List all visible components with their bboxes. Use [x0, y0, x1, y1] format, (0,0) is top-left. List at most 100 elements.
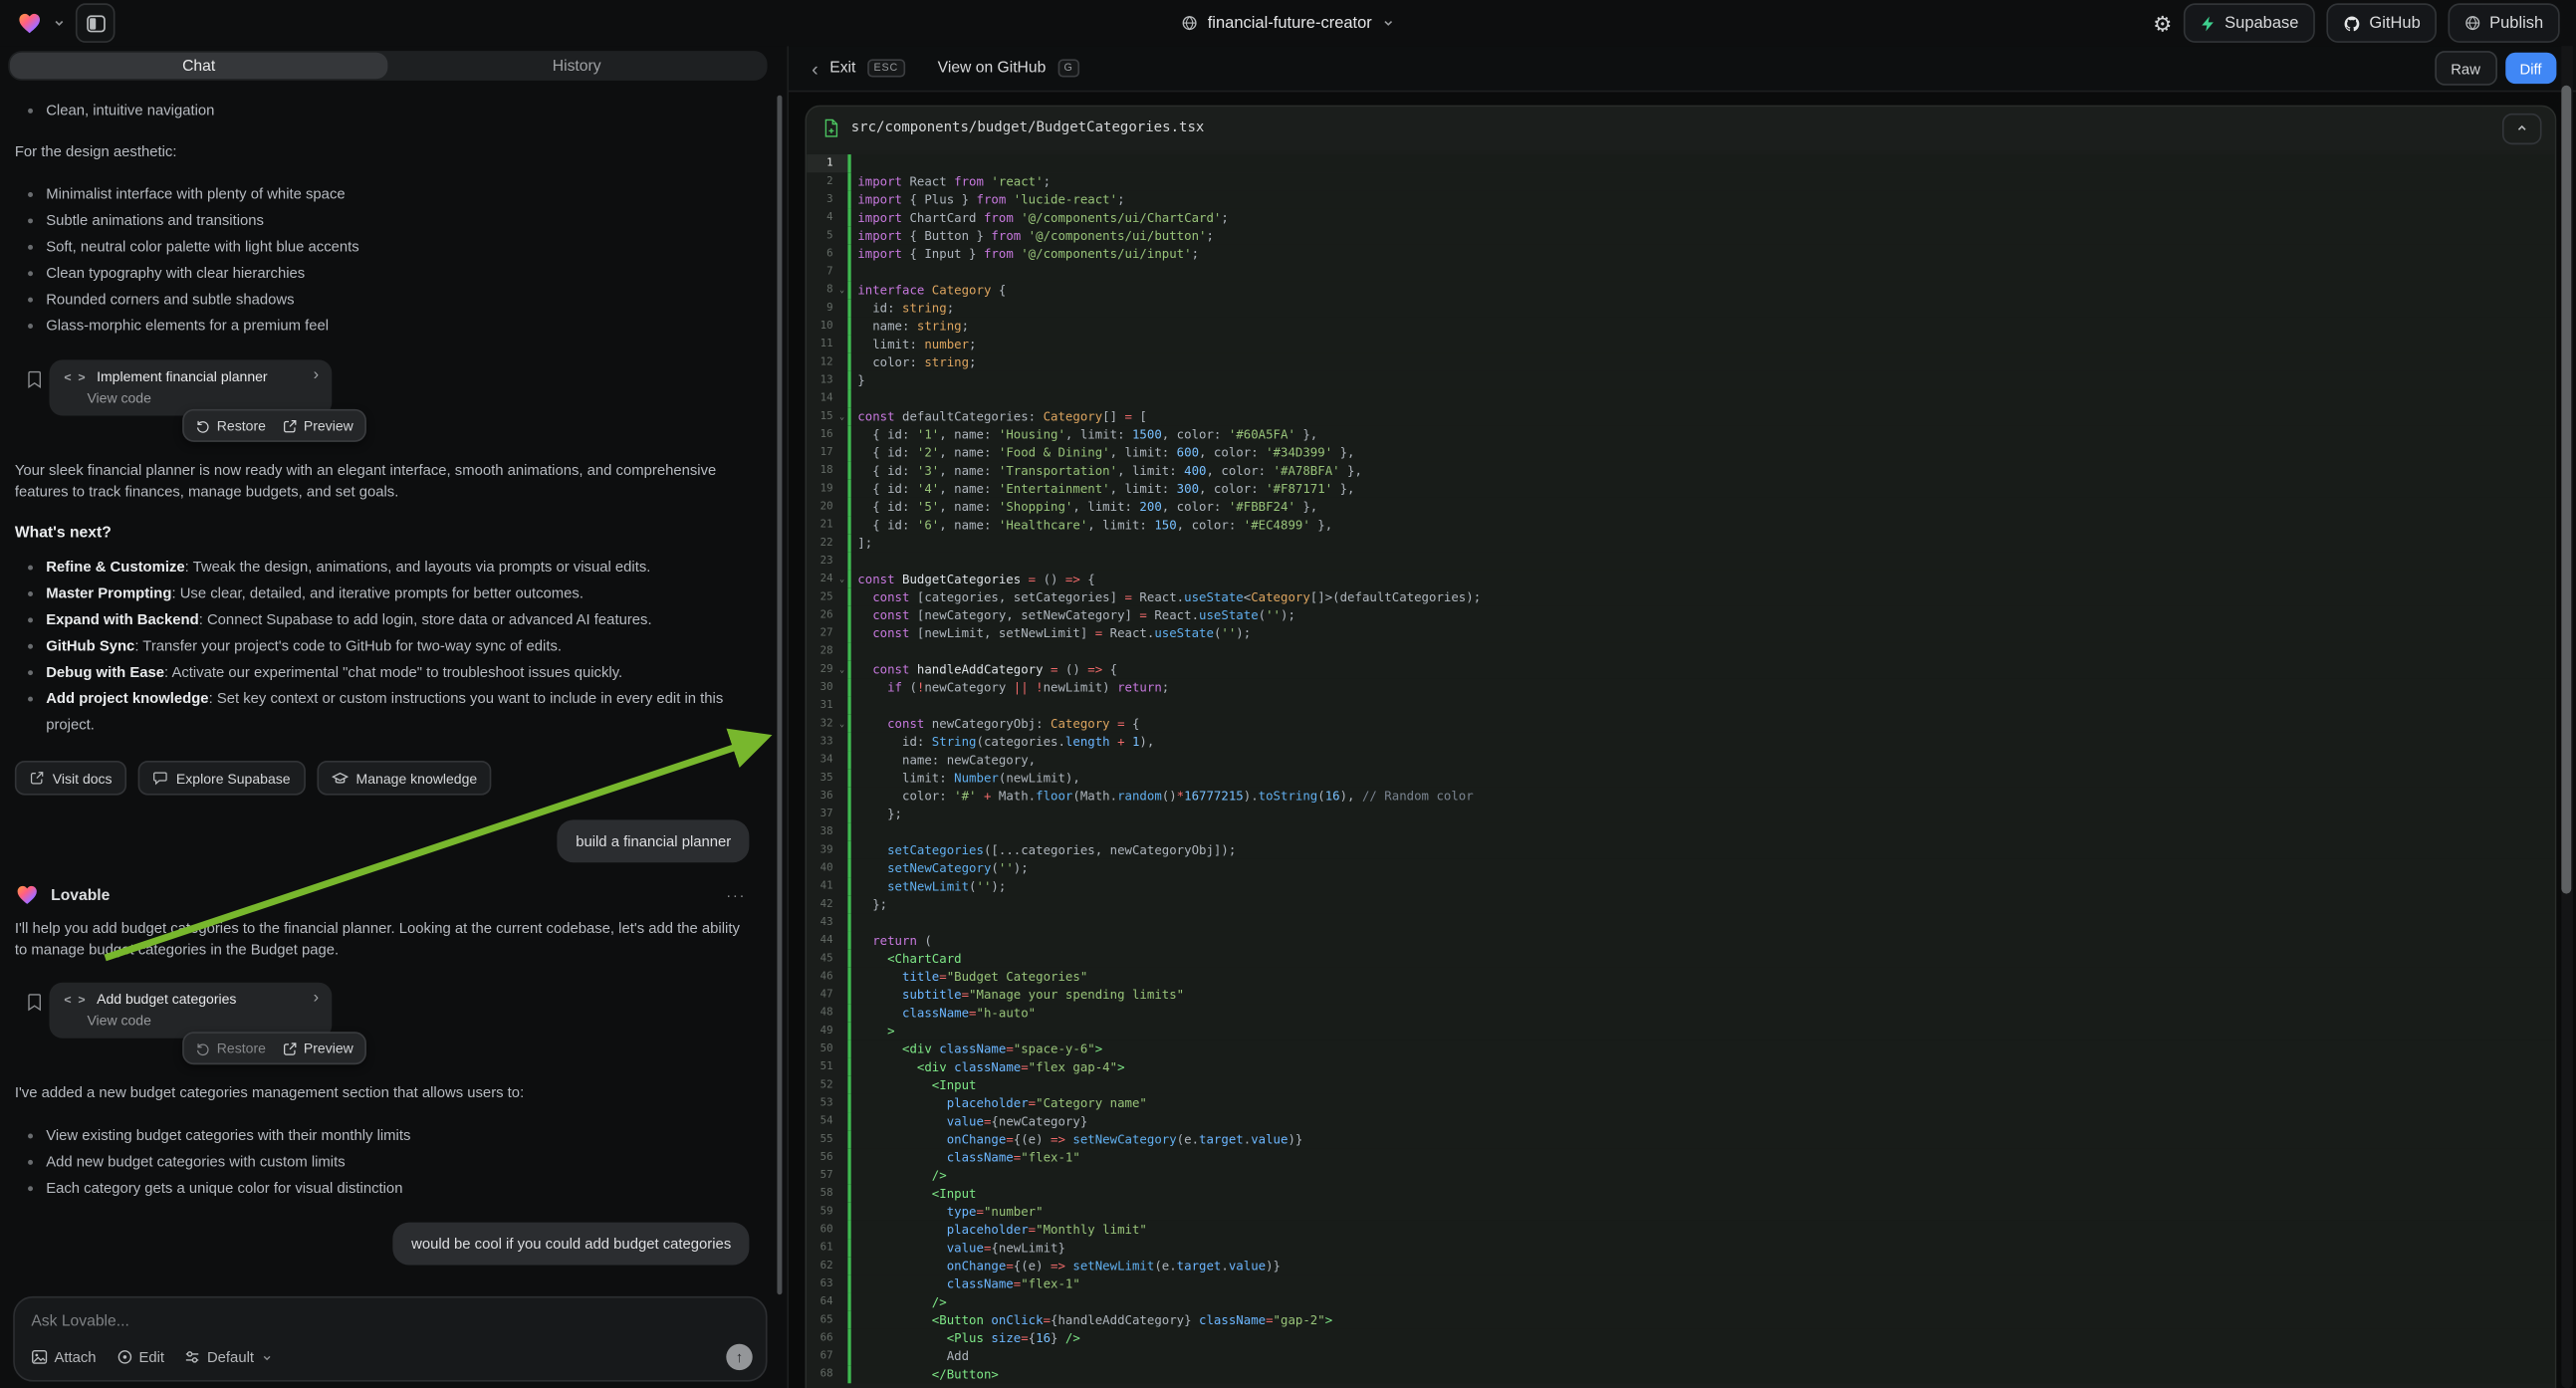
line-number[interactable]: 2	[807, 172, 836, 190]
window-scrollbar[interactable]	[2561, 86, 2571, 894]
line-number[interactable]: 55	[807, 1130, 836, 1148]
publish-button[interactable]: Publish	[2449, 3, 2560, 43]
line-number[interactable]: 56	[807, 1148, 836, 1166]
line-number[interactable]: 66	[807, 1329, 836, 1347]
line-number[interactable]: 10	[807, 317, 836, 335]
preview-button[interactable]: Preview	[282, 1040, 352, 1056]
line-number[interactable]: 9	[807, 299, 836, 317]
line-number[interactable]: 62	[807, 1257, 836, 1274]
line-number[interactable]: 22	[807, 534, 836, 552]
line-number[interactable]: 6	[807, 245, 836, 263]
toggle-sidebar-button[interactable]	[76, 3, 116, 43]
tool-call-card[interactable]: < >Implement financial planner›View code	[50, 359, 333, 415]
line-number[interactable]: 46	[807, 968, 836, 986]
bookmark-icon[interactable]	[26, 369, 42, 389]
view-on-github-button[interactable]: View on GitHub	[938, 59, 1047, 77]
line-number[interactable]: 39	[807, 841, 836, 859]
line-number[interactable]: 40	[807, 859, 836, 877]
line-number[interactable]: 24	[807, 571, 836, 588]
view-code-link[interactable]: View code	[87, 389, 319, 406]
chip-explore-supabase[interactable]: Explore Supabase	[138, 761, 305, 796]
line-number[interactable]: 28	[807, 642, 836, 660]
line-number[interactable]: 11	[807, 336, 836, 353]
line-number[interactable]: 65	[807, 1311, 836, 1329]
line-number[interactable]: 19	[807, 480, 836, 498]
line-number[interactable]: 20	[807, 498, 836, 516]
chat-scrollbar[interactable]	[777, 96, 782, 1295]
edit-mode-button[interactable]: Edit	[116, 1349, 164, 1366]
line-number[interactable]: 68	[807, 1365, 836, 1383]
line-number[interactable]: 34	[807, 751, 836, 769]
line-number[interactable]: 51	[807, 1058, 836, 1076]
line-number[interactable]: 21	[807, 516, 836, 534]
restore-button[interactable]: Restore	[195, 1040, 266, 1056]
line-number[interactable]: 15	[807, 407, 836, 425]
line-number[interactable]: 30	[807, 678, 836, 696]
line-number[interactable]: 7	[807, 263, 836, 281]
settings-gear-icon[interactable]: ⚙	[2153, 12, 2172, 33]
line-number[interactable]: 32	[807, 715, 836, 733]
code-editor[interactable]: 12import React from 'react';3import { Pl…	[807, 149, 2555, 1388]
tab-history[interactable]: History	[387, 53, 765, 79]
line-number[interactable]: 25	[807, 588, 836, 606]
line-number[interactable]: 26	[807, 606, 836, 624]
fold-chevron-icon[interactable]: ⌄	[836, 281, 848, 299]
line-number[interactable]: 43	[807, 913, 836, 931]
line-number[interactable]: 5	[807, 227, 836, 245]
line-number[interactable]: 45	[807, 950, 836, 968]
tab-chat[interactable]: Chat	[10, 53, 388, 79]
line-number[interactable]: 4	[807, 209, 836, 227]
fold-chevron-icon[interactable]: ⌄	[836, 571, 848, 588]
line-number[interactable]: 36	[807, 787, 836, 805]
line-number[interactable]: 13	[807, 371, 836, 389]
file-header[interactable]: src/components/budget/BudgetCategories.t…	[807, 107, 2555, 151]
message-menu-button[interactable]: ···	[726, 887, 749, 904]
line-number[interactable]: 29	[807, 660, 836, 678]
line-number[interactable]: 12	[807, 353, 836, 371]
line-number[interactable]: 67	[807, 1347, 836, 1365]
bookmark-icon[interactable]	[26, 993, 42, 1013]
line-number[interactable]: 37	[807, 806, 836, 823]
line-number[interactable]: 54	[807, 1112, 836, 1130]
attach-button[interactable]: Attach	[31, 1349, 96, 1366]
line-number[interactable]: 27	[807, 624, 836, 642]
fold-chevron-icon[interactable]: ⌄	[836, 715, 848, 733]
line-number[interactable]: 16	[807, 425, 836, 443]
line-number[interactable]: 41	[807, 877, 836, 895]
github-button[interactable]: GitHub	[2327, 3, 2438, 43]
line-number[interactable]: 52	[807, 1076, 836, 1094]
supabase-button[interactable]: Supabase	[2184, 3, 2315, 43]
line-number[interactable]: 35	[807, 769, 836, 787]
fold-chevron-icon[interactable]: ⌄	[836, 407, 848, 425]
project-switcher[interactable]: financial-future-creator	[1181, 14, 1395, 32]
raw-toggle-button[interactable]: Raw	[2435, 51, 2497, 86]
send-button[interactable]: ↑	[726, 1344, 752, 1370]
line-number[interactable]: 60	[807, 1221, 836, 1239]
line-number[interactable]: 50	[807, 1040, 836, 1057]
chat-composer[interactable]: Ask Lovable... Attach Edit	[13, 1296, 767, 1382]
restore-button[interactable]: Restore	[195, 417, 266, 434]
fold-chevron-icon[interactable]: ⌄	[836, 660, 848, 678]
line-number[interactable]: 23	[807, 552, 836, 570]
line-number[interactable]: 3	[807, 190, 836, 208]
line-number[interactable]: 53	[807, 1094, 836, 1112]
line-number[interactable]: 31	[807, 697, 836, 715]
line-number[interactable]: 47	[807, 986, 836, 1004]
line-number[interactable]: 17	[807, 444, 836, 462]
line-number[interactable]: 59	[807, 1203, 836, 1221]
line-number[interactable]: 14	[807, 389, 836, 407]
line-number[interactable]: 61	[807, 1239, 836, 1257]
model-selector[interactable]: Default	[184, 1349, 272, 1366]
exit-button[interactable]: Exit	[829, 59, 855, 77]
collapse-file-button[interactable]	[2502, 113, 2542, 143]
line-number[interactable]: 33	[807, 733, 836, 751]
tool-call-card[interactable]: < >Add budget categories›View code	[50, 983, 333, 1039]
line-number[interactable]: 44	[807, 932, 836, 950]
chip-visit-docs[interactable]: Visit docs	[15, 761, 127, 796]
chip-manage-knowledge[interactable]: Manage knowledge	[317, 761, 492, 796]
line-number[interactable]: 1	[807, 154, 836, 172]
line-number[interactable]: 64	[807, 1293, 836, 1311]
line-number[interactable]: 48	[807, 1004, 836, 1022]
logo-chevron-down-icon[interactable]	[53, 17, 66, 30]
line-number[interactable]: 42	[807, 895, 836, 913]
